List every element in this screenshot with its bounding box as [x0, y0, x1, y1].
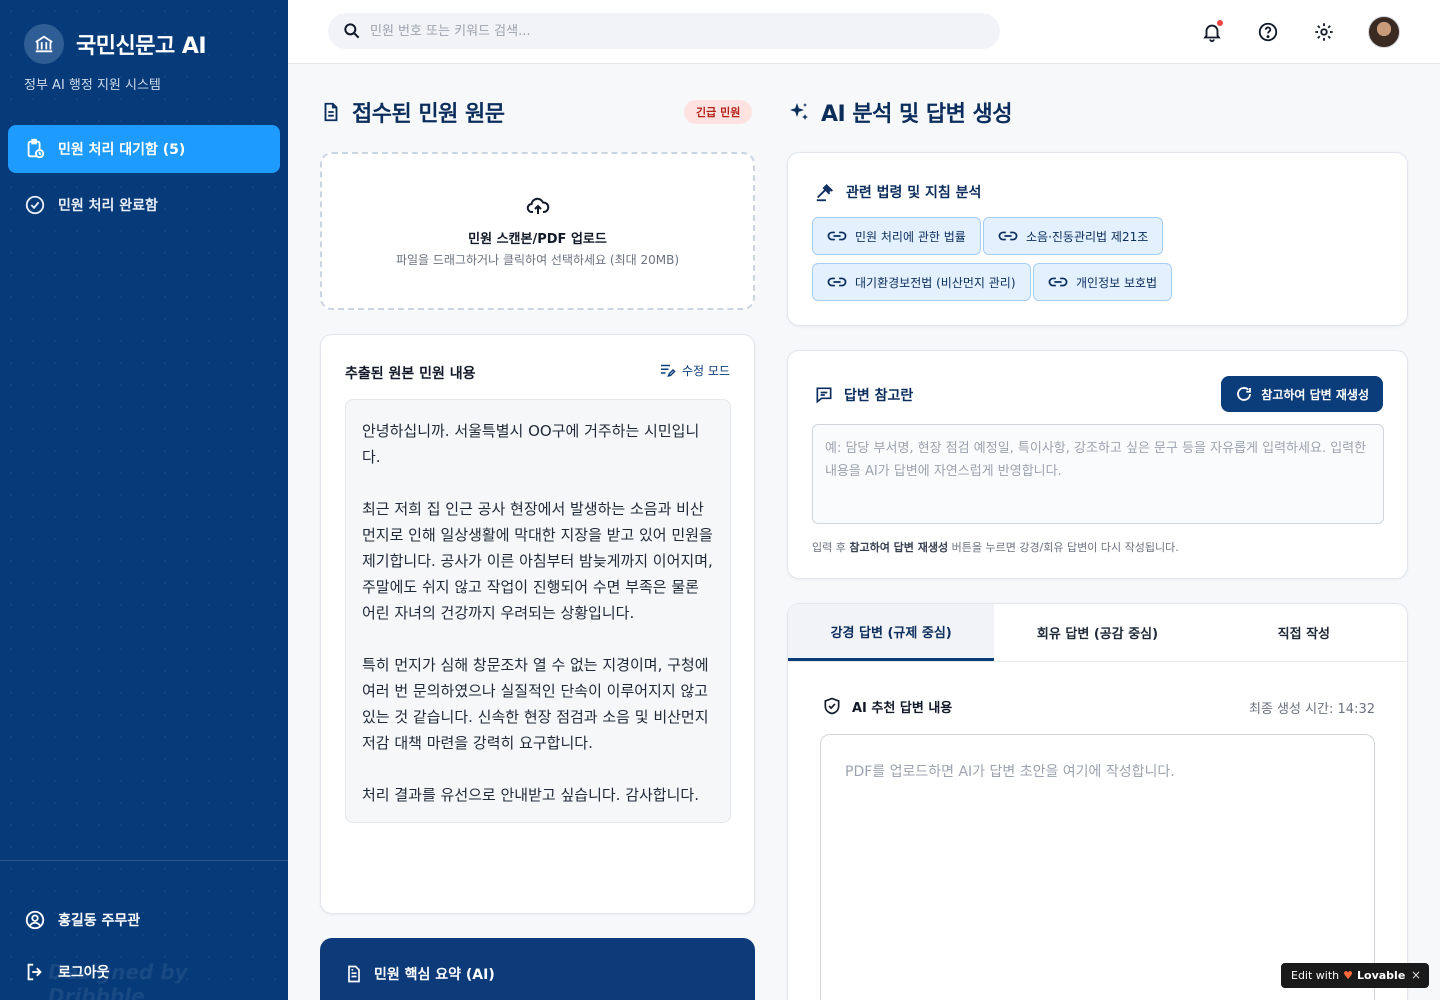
- law-chip[interactable]: 소음·진동관리법 제21조: [983, 217, 1164, 255]
- avatar[interactable]: [1368, 16, 1400, 48]
- reference-card: 답변 참고란 참고하여 답변 재생성 입력 후 참고하여 답변 재생성 버튼을 …: [787, 350, 1408, 579]
- regenerate-button[interactable]: 참고하여 답변 재생성: [1221, 376, 1383, 412]
- tab-strict[interactable]: 강경 답변 (규제 중심): [788, 604, 995, 661]
- clipboard-clock-icon: [27, 138, 45, 159]
- brand-name: 국민신문고 AI: [76, 34, 207, 59]
- sidebar-item-label: 민원 처리 완료함: [58, 198, 158, 214]
- extracted-content-card: 추출된 원본 민원 내용 수정 모드 안녕하십니까. 서울특별시 OO구에 거주…: [320, 334, 755, 914]
- brand[interactable]: 국민신문고 AI: [24, 24, 207, 64]
- tab-manual[interactable]: 직접 작성: [1201, 604, 1407, 661]
- cloud-upload-icon: [526, 197, 549, 214]
- gear-icon: [1315, 23, 1333, 41]
- document-icon: [324, 102, 338, 122]
- sidebar-item-label: 민원 처리 대기함 (5): [58, 142, 186, 158]
- answer-card: 강경 답변 (규제 중심) 회유 답변 (공감 중심) 직접 작성 AI 추천 …: [787, 603, 1408, 1000]
- user-profile[interactable]: 홍길동 주무관: [24, 909, 140, 931]
- generation-time: 최종 생성 시간: 14:32: [1248, 702, 1375, 717]
- message-square-icon: [816, 387, 832, 404]
- complaint-paragraph: 최근 저희 집 인근 공사 현장에서 발생하는 소음과 비산먼지로 인해 일상생…: [362, 500, 713, 622]
- topbar: [288, 0, 1440, 64]
- sidebar: 국민신문고 AI 정부 AI 행정 지원 시스템 민원 처리 대기함 (5) 민…: [0, 0, 288, 1000]
- settings-button[interactable]: [1310, 18, 1338, 46]
- law-chip[interactable]: 대기환경보전법 (비산먼지 관리): [812, 263, 1031, 301]
- law-analysis-title: 관련 법령 및 지침 분석: [814, 181, 981, 203]
- shield-check-icon: [824, 697, 840, 715]
- sidebar-nav: 민원 처리 대기함 (5) 민원 처리 완료함: [8, 125, 280, 237]
- help-circle-icon: [1258, 22, 1278, 42]
- brand-subtitle: 정부 AI 행정 지원 시스템: [24, 78, 161, 93]
- tab-empathetic[interactable]: 회유 답변 (공감 중심): [994, 604, 1200, 661]
- upload-description: 파일을 드래그하거나 클릭하여 선택하세요 (최대 20MB): [395, 253, 680, 267]
- reference-input[interactable]: [812, 424, 1384, 524]
- user-circle-icon: [25, 910, 45, 930]
- search-bar[interactable]: [328, 13, 1000, 49]
- reference-note: 입력 후 참고하여 답변 재생성 버튼을 누르면 강경/회유 답변이 다시 작성…: [812, 541, 1179, 554]
- edit-list-icon: [661, 364, 676, 378]
- link-icon: [998, 231, 1018, 241]
- check-circle-icon: [25, 195, 45, 215]
- law-analysis-card: 관련 법령 및 지침 분석 민원 처리에 관한 법률 소음·진동관리법 제21조…: [787, 152, 1408, 326]
- upload-dropzone[interactable]: 민원 스캔본/PDF 업로드 파일을 드래그하거나 클릭하여 선택하세요 (최대…: [320, 152, 755, 310]
- refresh-icon: [1237, 387, 1252, 401]
- law-chip[interactable]: 민원 처리에 관한 법률: [812, 217, 981, 255]
- complaint-paragraph: 안녕하십니까. 서울특별시 OO구에 거주하는 시민입니다.: [362, 422, 700, 466]
- link-icon: [827, 277, 847, 287]
- close-icon[interactable]: ×: [1411, 968, 1421, 982]
- edit-with-lovable-badge[interactable]: Edit with ♥ Lovable ×: [1281, 963, 1429, 988]
- link-icon: [1048, 277, 1068, 287]
- link-icon: [827, 231, 847, 241]
- complaint-paragraph: 처리 결과를 유선으로 안내받고 싶습니다. 감사합니다.: [362, 786, 699, 804]
- complaint-text[interactable]: 안녕하십니까. 서울특별시 OO구에 거주하는 시민입니다. 최근 저희 집 인…: [345, 399, 731, 823]
- complaint-paragraph: 특히 먼지가 심해 창문조차 열 수 없는 지경이며, 구청에 여러 번 문의하…: [362, 656, 709, 752]
- ai-analysis-title: AI 분석 및 답변 생성: [787, 96, 1013, 128]
- logout-icon: [27, 963, 42, 981]
- urgent-badge: 긴급 민원: [684, 100, 753, 124]
- law-chip[interactable]: 개인정보 보호법: [1033, 263, 1173, 301]
- gavel-icon: [816, 184, 833, 202]
- answer-tabs: 강경 답변 (규제 중심) 회유 답변 (공감 중심) 직접 작성: [788, 604, 1407, 662]
- document-summary-icon: [348, 965, 360, 983]
- search-icon: [344, 23, 360, 39]
- sidebar-item-pending[interactable]: 민원 처리 대기함 (5): [8, 125, 280, 173]
- ai-summary-card[interactable]: 민원 핵심 요약 (AI): [320, 938, 755, 1000]
- government-building-icon: [24, 24, 64, 64]
- notification-button[interactable]: [1198, 18, 1226, 46]
- user-name: 홍길동 주무관: [58, 913, 141, 929]
- extracted-content-title: 추출된 원본 민원 내용: [345, 366, 476, 382]
- original-complaint-title: 접수된 민원 원문: [320, 96, 505, 128]
- watermark: Designed by Dribbble: [48, 960, 188, 1000]
- ai-answer-box[interactable]: PDF를 업로드하면 AI가 답변 초안을 여기에 작성합니다.: [820, 734, 1375, 1000]
- ai-summary-title: 민원 핵심 요약 (AI): [344, 964, 495, 984]
- edit-mode-button[interactable]: 수정 모드: [658, 361, 730, 379]
- reference-title: 답변 참고란: [814, 385, 913, 405]
- sidebar-item-completed[interactable]: 민원 처리 완료함: [8, 181, 280, 229]
- sparkles-icon: [790, 103, 808, 120]
- notification-dot: [1217, 20, 1223, 26]
- help-button[interactable]: [1254, 18, 1282, 46]
- lovable-heart-icon: ♥: [1343, 969, 1354, 982]
- search-input[interactable]: [370, 23, 970, 39]
- ai-answer-title: AI 추천 답변 내용: [822, 696, 952, 716]
- upload-title: 민원 스캔본/PDF 업로드: [468, 232, 607, 247]
